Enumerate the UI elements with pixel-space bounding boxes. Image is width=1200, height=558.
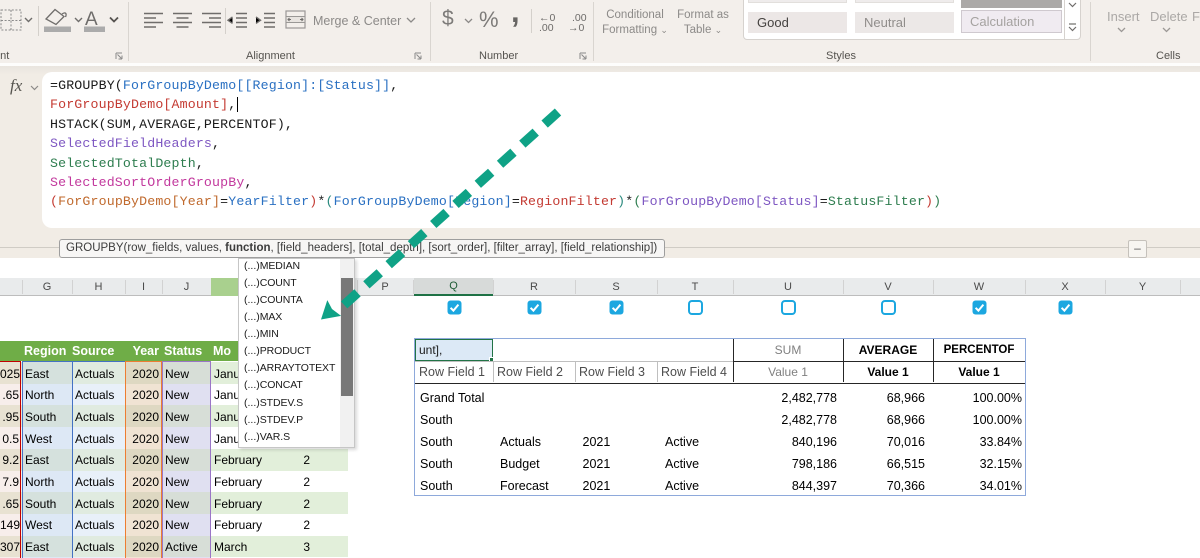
svg-text:.00: .00 xyxy=(539,22,554,34)
svg-text:→0: →0 xyxy=(568,22,585,34)
